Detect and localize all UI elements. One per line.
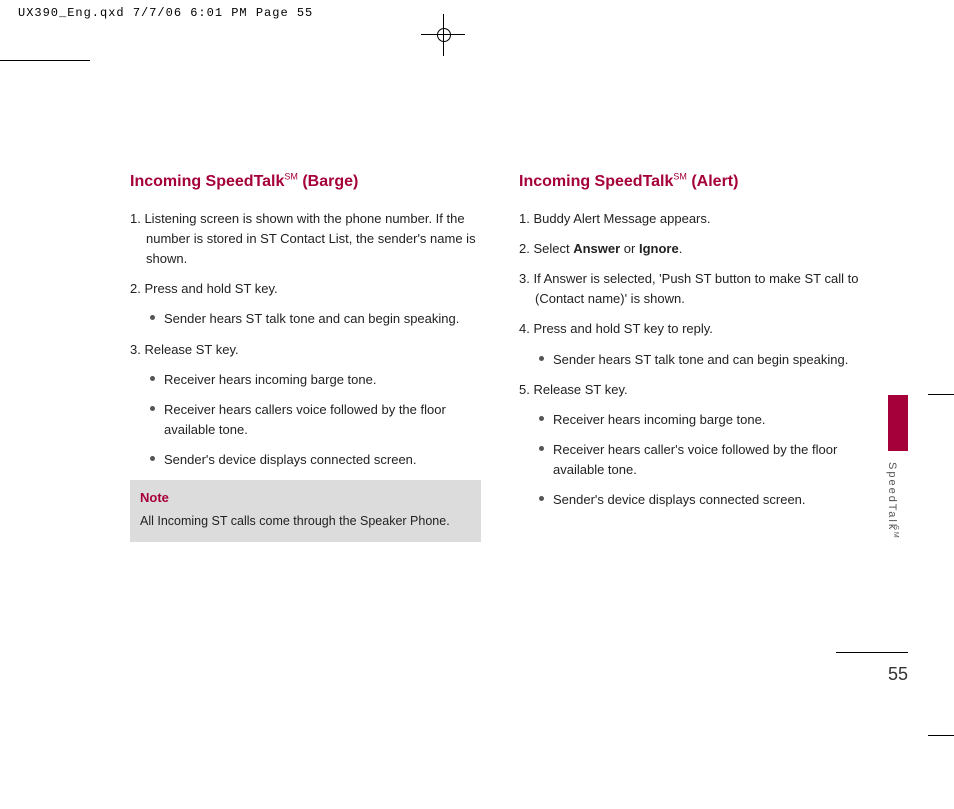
heading-sup: SM [284, 172, 298, 182]
alert-step-2: 2. Select Answer or Ignore. [519, 239, 870, 259]
page-divider [836, 652, 908, 653]
note-box: Note All Incoming ST calls come through … [130, 480, 481, 542]
right-tick-bottom [928, 735, 954, 736]
left-column: Incoming SpeedTalkSM (Barge) 1. Listenin… [130, 170, 481, 542]
section-label-sup: SM [891, 526, 898, 541]
ignore-label: Ignore [639, 241, 679, 256]
answer-label: Answer [573, 241, 620, 256]
heading-suffix: (Alert) [687, 173, 739, 190]
section-label-text: SpeedTalk [886, 462, 898, 531]
bullet: Receiver hears incoming barge tone. [539, 410, 870, 430]
alert-step-5-bullets: Receiver hears incoming barge tone. Rece… [519, 410, 870, 511]
right-column: Incoming SpeedTalkSM (Alert) 1. Buddy Al… [519, 170, 870, 542]
text: or [620, 241, 639, 256]
barge-step-3-bullets: Receiver hears incoming barge tone. Rece… [130, 370, 481, 471]
print-header: UX390_Eng.qxd 7/7/06 6:01 PM Page 55 [18, 6, 313, 20]
heading-prefix: Incoming SpeedTalk [519, 173, 673, 190]
section-tab [888, 395, 908, 451]
section-label: SpeedTalkSM [886, 462, 904, 538]
alert-step-4-bullets: Sender hears ST talk tone and can begin … [519, 350, 870, 370]
bullet: Receiver hears callers voice followed by… [150, 400, 481, 440]
bullet: Sender's device displays connected scree… [150, 450, 481, 470]
heading-prefix: Incoming SpeedTalk [130, 173, 284, 190]
bullet: Receiver hears caller's voice followed b… [539, 440, 870, 480]
alert-step-1: 1. Buddy Alert Message appears. [519, 209, 870, 229]
alert-step-3: 3. If Answer is selected, 'Push ST butto… [519, 269, 870, 309]
barge-step-2-bullets: Sender hears ST talk tone and can begin … [130, 309, 481, 329]
page-content: Incoming SpeedTalkSM (Barge) 1. Listenin… [130, 170, 870, 542]
bullet: Sender hears ST talk tone and can begin … [150, 309, 481, 329]
alert-step-4: 4. Press and hold ST key to reply. [519, 319, 870, 339]
text: 2. Select [519, 241, 573, 256]
heading-suffix: (Barge) [298, 173, 358, 190]
bullet: Sender hears ST talk tone and can begin … [539, 350, 870, 370]
barge-step-1: 1. Listening screen is shown with the ph… [130, 209, 481, 269]
heading-sup: SM [673, 172, 687, 182]
right-tick-top [928, 394, 954, 395]
heading-barge: Incoming SpeedTalkSM (Barge) [130, 170, 481, 195]
crop-mark-icon [415, 14, 475, 74]
top-rule [0, 60, 90, 61]
heading-alert: Incoming SpeedTalkSM (Alert) [519, 170, 870, 195]
bullet: Sender's device displays connected scree… [539, 490, 870, 510]
barge-step-3: 3. Release ST key. [130, 340, 481, 360]
barge-step-2: 2. Press and hold ST key. [130, 279, 481, 299]
alert-step-5: 5. Release ST key. [519, 380, 870, 400]
note-title: Note [140, 488, 471, 508]
note-body: All Incoming ST calls come through the S… [140, 512, 471, 531]
text: . [679, 241, 683, 256]
page-number: 55 [888, 664, 908, 685]
bullet: Receiver hears incoming barge tone. [150, 370, 481, 390]
